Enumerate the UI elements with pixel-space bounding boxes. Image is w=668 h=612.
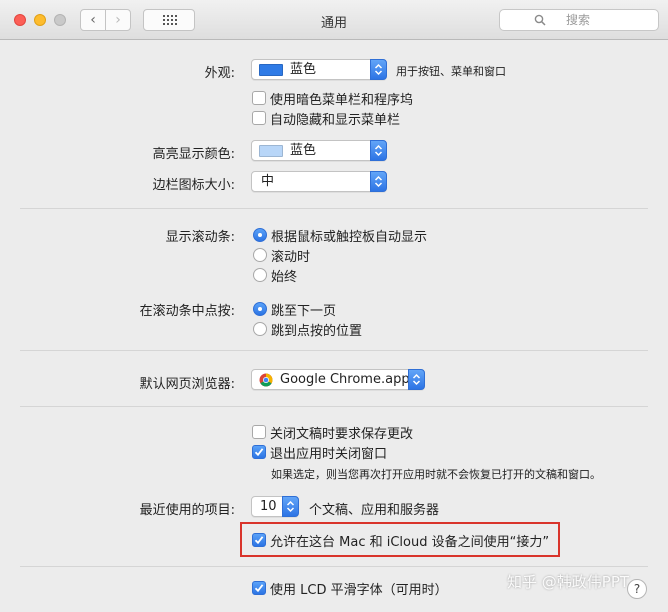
- popup-stepper-icon: [370, 59, 387, 80]
- chrome-icon: [259, 373, 273, 387]
- default-browser-value: Google Chrome.app: [280, 372, 410, 387]
- watermark: 知乎 @韩政伟PPT: [507, 573, 630, 591]
- sidebar-icon-size-label: 边栏图标大小:: [152, 178, 235, 193]
- sidebar-icon-size-value: 中: [261, 174, 275, 189]
- separator: [20, 208, 648, 209]
- recent-items-popup[interactable]: 10: [251, 496, 299, 517]
- highlight-color-label: 高亮显示颜色:: [152, 147, 235, 162]
- separator: [20, 350, 648, 351]
- handoff-checkbox[interactable]: [252, 533, 266, 547]
- scroll-bars-always-radio[interactable]: [253, 268, 267, 282]
- lcd-font-label: 使用 LCD 平滑字体（可用时）: [270, 583, 448, 598]
- ask-keep-changes-label: 关闭文稿时要求保存更改: [270, 427, 414, 442]
- appearance-label: 外观:: [204, 66, 235, 81]
- scroll-bars-auto-radio[interactable]: [253, 228, 267, 242]
- search-icon: [534, 14, 546, 26]
- recent-items-suffix: 个文稿、应用和服务器: [309, 503, 440, 518]
- popup-stepper-icon: [408, 369, 425, 390]
- recent-items-label: 最近使用的项目:: [139, 503, 235, 518]
- highlight-color-popup[interactable]: 蓝色: [251, 140, 387, 161]
- jump-to-spot-radio[interactable]: [253, 322, 267, 336]
- scroll-bars-auto-label: 根据鼠标或触控板自动显示: [271, 230, 428, 245]
- lcd-font-checkbox[interactable]: [252, 581, 266, 595]
- scroll-bars-always-label: 始终: [271, 270, 298, 285]
- appearance-value: 蓝色: [290, 62, 317, 77]
- title-bar: ‹ › 通用 搜索: [0, 0, 668, 40]
- dark-menu-bar-label: 使用暗色菜单栏和程序坞: [270, 93, 414, 108]
- auto-hide-menu-bar-checkbox[interactable]: [252, 111, 266, 125]
- search-field[interactable]: 搜索: [499, 9, 659, 31]
- separator: [20, 566, 648, 567]
- highlight-color-swatch: [259, 145, 283, 157]
- scroll-bars-when-scrolling-radio[interactable]: [253, 248, 267, 262]
- checkmark-icon: [254, 584, 264, 593]
- checkmark-icon: [254, 448, 264, 457]
- click-scroll-bar-label: 在滚动条中点按:: [139, 304, 235, 319]
- popup-stepper-icon: [370, 171, 387, 192]
- appearance-color-swatch: [259, 64, 283, 76]
- jump-next-page-label: 跳至下一页: [271, 304, 337, 319]
- popup-stepper-icon: [282, 496, 299, 517]
- default-browser-label: 默认网页浏览器:: [139, 377, 235, 392]
- show-scroll-bars-label: 显示滚动条:: [165, 230, 235, 245]
- help-button[interactable]: ?: [627, 579, 647, 599]
- popup-stepper-icon: [370, 140, 387, 161]
- handoff-label: 允许在这台 Mac 和 iCloud 设备之间使用“接力”: [270, 535, 550, 550]
- appearance-note: 用于按钮、菜单和窗口: [396, 65, 506, 78]
- search-placeholder: 搜索: [566, 13, 591, 27]
- checkmark-icon: [254, 536, 264, 545]
- dark-menu-bar-checkbox[interactable]: [252, 91, 266, 105]
- highlight-color-value: 蓝色: [290, 143, 317, 158]
- jump-to-spot-label: 跳到点按的位置: [271, 324, 363, 339]
- default-browser-popup[interactable]: Google Chrome.app: [251, 369, 425, 390]
- separator: [20, 406, 648, 407]
- scroll-bars-when-scrolling-label: 滚动时: [271, 250, 311, 265]
- close-windows-on-quit-label: 退出应用时关闭窗口: [270, 447, 388, 462]
- ask-keep-changes-checkbox[interactable]: [252, 425, 266, 439]
- close-windows-note: 如果选定，则当您再次打开应用时就不会恢复已打开的文稿和窗口。: [271, 468, 601, 481]
- jump-next-page-radio[interactable]: [253, 302, 267, 316]
- recent-items-value: 10: [260, 499, 277, 514]
- close-windows-on-quit-checkbox[interactable]: [252, 445, 266, 459]
- appearance-popup[interactable]: 蓝色: [251, 59, 387, 80]
- auto-hide-menu-bar-label: 自动隐藏和显示菜单栏: [270, 113, 401, 128]
- sidebar-icon-size-popup[interactable]: 中: [251, 171, 387, 192]
